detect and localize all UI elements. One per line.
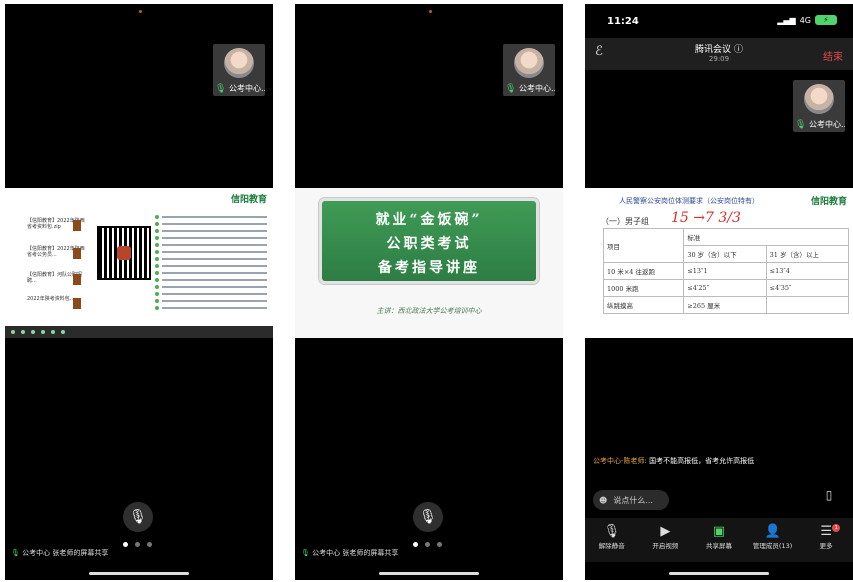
group-label: （一）男子组 xyxy=(601,217,649,226)
participant-name: 公考中心... xyxy=(518,84,555,93)
info-icon[interactable]: ⓘ xyxy=(734,45,743,55)
table-row: 1000 米跑 ≤4′25″ ≤4′35″ xyxy=(602,279,850,297)
screen-share-label: 公考中心 张老师的屏幕共享 xyxy=(22,549,109,557)
mic-muted-icon: 🎙 xyxy=(129,509,147,525)
participant-tile[interactable]: 🎙 公考中心... xyxy=(503,44,555,96)
chat-placeholder: 说点什么... xyxy=(613,495,653,505)
shared-slide: 信阳教育 【信阳教育】2022年陕西省考资料包.zip 【信阳教育】2022年陕… xyxy=(5,188,273,338)
avatar xyxy=(514,48,544,78)
meeting-toolbar: 🎙 解除静音 ▶ 开启视频 ▣ 共享屏幕 👤 管理成员(13) ☰ 1 更多 xyxy=(585,518,853,562)
rotate-screen-icon[interactable]: ▯ xyxy=(819,488,839,508)
slide-toolbar[interactable] xyxy=(5,326,273,338)
file-icon xyxy=(73,220,81,231)
brand-logo: 信阳教育 xyxy=(230,194,267,204)
signal-icon: ▂▄▆ xyxy=(777,15,796,25)
table-header-age-a: 30 岁（含）以下 xyxy=(683,245,767,263)
mic-icon: 🎙 xyxy=(795,120,807,130)
participant-tile[interactable]: 🎙 公考中心... xyxy=(793,80,845,132)
slide-title-line-2: 公职类考试 xyxy=(386,236,472,252)
screen-share-icon: ▣ xyxy=(712,524,726,539)
home-indicator[interactable] xyxy=(379,572,479,575)
network-type: 4G xyxy=(799,15,811,25)
status-time: 11:24 xyxy=(607,16,639,27)
status-bar-right: ▂▄▆ 4G ⚡ xyxy=(777,15,837,25)
participant-name: 公考中心... xyxy=(228,84,265,93)
table-header-age-b: 31 岁（含）以上 xyxy=(765,245,850,263)
participant-tile[interactable]: 🎙 公考中心... xyxy=(213,44,265,96)
chat-input[interactable]: ☻ 说点什么... xyxy=(593,490,669,510)
phone-screen-3: 11:24 ▂▄▆ 4G ⚡ ℰ 腾讯会议 ⓘ 29:09 结束 🎙 公考中心.… xyxy=(585,4,853,580)
mic-muted-icon: 🎙 xyxy=(603,524,621,539)
file-icon xyxy=(73,298,81,309)
shared-slide: 人民警察公安岗位体测要求（公安岗位特有） 信阳教育 （一）男子组 15 →7 3… xyxy=(585,188,853,338)
slide-host: 主讲：西北政法大学公考培训中心 xyxy=(376,307,482,315)
slide-title-line-1: 就业“金饭碗” xyxy=(375,212,483,228)
table-row: 纵跳摸高 ≥265 厘米 xyxy=(602,296,850,314)
shared-slide: 就业“金饭碗” 公职类考试 备考指导讲座 主讲：西北政法大学公考培训中心 xyxy=(295,188,563,338)
file-list xyxy=(155,214,267,312)
video-off-icon: ▶ xyxy=(660,524,671,539)
phone-screen-2: 🎙 公考中心... 就业“金饭碗” 公职类考试 备考指导讲座 主讲：西北政法大学… xyxy=(295,4,563,580)
qr-code xyxy=(97,226,151,280)
phone-screen-1: 🎙 公考中心... 信阳教育 【信阳教育】2022年陕西省考资料包.zip 【信… xyxy=(5,4,273,580)
notification-badge: 1 xyxy=(832,524,841,532)
mute-toggle-button[interactable]: 🎙 xyxy=(123,502,153,532)
more-menu-icon: ☰ xyxy=(820,524,832,539)
recording-dot xyxy=(139,10,142,13)
manage-members-button[interactable]: 👤 管理成员(13) xyxy=(747,524,799,562)
start-video-button[interactable]: ▶ 开启视频 xyxy=(639,524,691,562)
slide-title: 人民警察公安岗位体测要求（公安岗位特有） xyxy=(619,197,759,205)
chat-sender: 公考中心-陈老师: xyxy=(593,457,647,465)
home-indicator[interactable] xyxy=(669,572,769,575)
more-button[interactable]: ☰ 1 更多 xyxy=(800,524,852,562)
participant-name: 公考中心... xyxy=(808,120,845,129)
meeting-title: 腾讯会议 xyxy=(695,45,732,55)
battery-icon: ⚡ xyxy=(815,15,837,25)
meeting-duration: 29:09 xyxy=(708,55,730,63)
fitness-table: 项目 标准 30 岁（含）以下 31 岁（含）以上 10 米×4 往返跑 ≤13… xyxy=(602,228,850,314)
screen-share-label: 公考中心 张老师的屏幕共享 xyxy=(312,549,399,557)
chat-text: 国考不能高报低，省考允许高报低 xyxy=(649,457,755,465)
mic-icon: 🎙 xyxy=(215,84,227,94)
handwritten-note: 15 →7 3/3 xyxy=(671,210,741,226)
members-icon: 👤 xyxy=(764,524,781,539)
chat-message: 公考中心-陈老师: 国考不能高报低，省考允许高报低 xyxy=(593,456,845,467)
meeting-header: ℰ 腾讯会议 ⓘ 29:09 结束 xyxy=(585,38,853,70)
table-row: 10 米×4 往返跑 ≤13″1 ≤13″4 xyxy=(602,262,850,280)
mic-icon: 🎙 xyxy=(11,549,20,557)
mic-icon: 🎙 xyxy=(301,549,310,557)
file-icon xyxy=(73,274,81,285)
mute-toggle-button[interactable]: 🎙 xyxy=(413,502,443,532)
end-meeting-button[interactable]: 结束 xyxy=(823,48,843,63)
table-header-item: 项目 xyxy=(602,228,685,263)
avatar xyxy=(804,84,834,114)
emoji-icon: ☻ xyxy=(599,495,608,505)
home-indicator[interactable] xyxy=(89,572,189,575)
page-indicator xyxy=(123,542,152,547)
file-icon xyxy=(73,248,81,259)
avatar xyxy=(224,48,254,78)
recording-dot xyxy=(429,10,432,13)
title-board: 就业“金饭碗” 公职类考试 备考指导讲座 xyxy=(319,198,539,284)
table-header-standard: 标准 xyxy=(683,228,849,246)
share-screen-button[interactable]: ▣ 共享屏幕 xyxy=(693,524,745,562)
unmute-button[interactable]: 🎙 解除静音 xyxy=(586,524,638,562)
brand-logo: 信阳教育 xyxy=(810,197,847,207)
mic-muted-icon: 🎙 xyxy=(419,509,437,525)
mic-icon: 🎙 xyxy=(505,84,517,94)
slide-title-line-3: 备考指导讲座 xyxy=(378,260,480,276)
page-indicator xyxy=(413,542,442,547)
